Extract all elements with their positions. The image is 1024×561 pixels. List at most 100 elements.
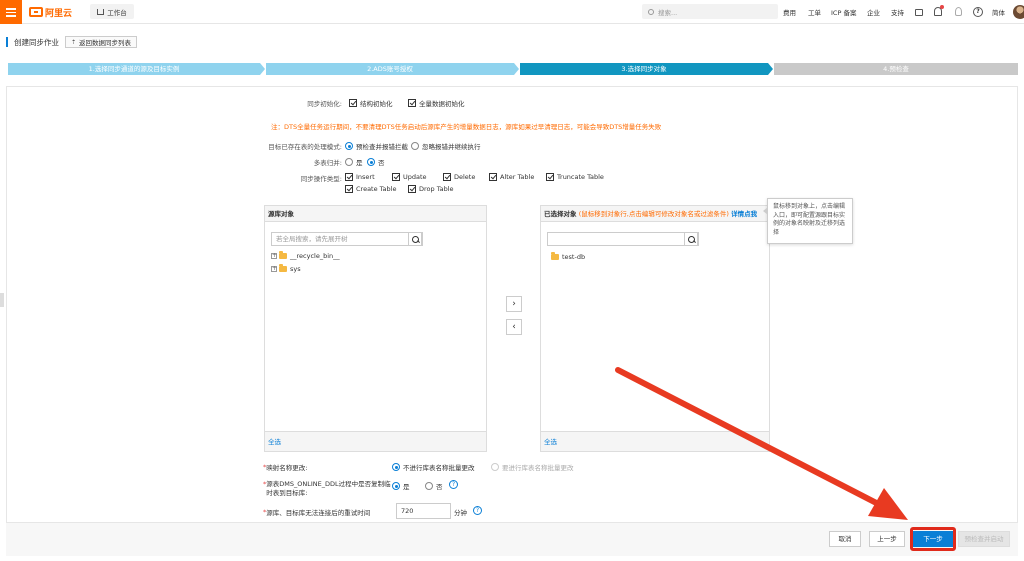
sidebar-toggle[interactable]: [0, 293, 4, 307]
checkbox-alter-table[interactable]: Alter Table: [489, 173, 534, 181]
radio-icon[interactable]: [392, 463, 400, 471]
radio-icon[interactable]: [491, 463, 499, 471]
ddl-yes-label: 是: [403, 483, 410, 491]
tree-item-sys[interactable]: + sys: [271, 264, 301, 273]
search-icon[interactable]: [684, 232, 698, 246]
help-icon[interactable]: ?: [473, 506, 482, 515]
menu-icon[interactable]: [0, 0, 22, 24]
move-left-button[interactable]: ‹: [506, 319, 522, 335]
checkbox-truncate-table[interactable]: Truncate Table: [546, 173, 604, 181]
checkbox-full-data-init[interactable]: 全量数据初始化: [408, 98, 465, 108]
selected-box-header: 已选择对象 (鼠标移到对象行,点击编辑可修改对象名或过滤条件) 详情点我: [541, 206, 769, 222]
checkbox-icon[interactable]: [408, 99, 416, 107]
step-4: 4.预检查: [774, 63, 1018, 75]
search-icon[interactable]: [408, 232, 422, 246]
radio-ddl-no[interactable]: 否: [425, 481, 443, 491]
radio-ddl-yes[interactable]: 是: [392, 481, 410, 491]
selected-item-label: test-db: [562, 253, 586, 261]
selected-item-test-db[interactable]: test-db: [551, 252, 586, 261]
back-arrow-icon: ⇡: [71, 38, 77, 46]
checkbox-icon[interactable]: [349, 99, 357, 107]
checkbox-icon[interactable]: [489, 173, 497, 181]
source-search-placeholder: 若全局搜索，请先展开树: [276, 235, 348, 243]
aliyun-logo[interactable]: 阿里云: [29, 6, 72, 19]
checkbox-icon[interactable]: [345, 173, 353, 181]
edit-tooltip: 鼠标移到对象上，点击编辑入口，即可配置源跟目标实例的对象名映射及迁移列选择: [763, 198, 853, 244]
folder-icon: [551, 252, 559, 260]
page-title: 创建同步作业: [14, 37, 59, 47]
checkbox-icon[interactable]: [392, 173, 400, 181]
expand-icon[interactable]: +: [271, 253, 277, 259]
tree-item-label: __recycle_bin__: [290, 252, 340, 260]
move-right-button[interactable]: ›: [506, 296, 522, 312]
arrow-shaft: [615, 367, 893, 513]
bulb-icon[interactable]: [955, 7, 962, 16]
radio-icon[interactable]: [425, 482, 433, 490]
back-to-list-button[interactable]: ⇡ 返回数据同步列表: [65, 36, 138, 48]
search-icon: [648, 8, 654, 15]
nav-support[interactable]: 支持: [891, 0, 904, 24]
source-objects-box: 源库对象 若全局搜索，请先展开树 + __recycle_bin__ + sys 全…: [264, 205, 487, 452]
radio-batch-rename[interactable]: 要进行库表名称批量更改: [491, 462, 574, 472]
top-navbar: 阿里云 工作台 搜索... 费用 工单 ICP 备案 企业 支持 ? 简体: [0, 0, 1024, 24]
image-icon[interactable]: [915, 0, 923, 24]
radio-ignore-continue[interactable]: 忽略报错并继续执行: [411, 141, 481, 151]
step-3-label: 3.选择同步对象: [621, 65, 667, 73]
mapping-rename-text: 映射名称更改:: [266, 464, 308, 472]
nav-ticket[interactable]: 工单: [808, 0, 821, 24]
radio-merge-yes[interactable]: 是: [345, 157, 363, 167]
precheck-start-button[interactable]: 预检查并启动: [958, 531, 1010, 547]
checkbox-structure-init[interactable]: 结构初始化: [349, 98, 393, 108]
radio-no-rename[interactable]: 不进行库表名称批量更改: [392, 462, 475, 472]
help-icon[interactable]: ?: [449, 480, 458, 489]
details-link[interactable]: 详情点我: [731, 210, 757, 218]
checkbox-delete[interactable]: Delete: [443, 173, 475, 181]
drop-table-label: Drop Table: [419, 185, 454, 193]
avatar[interactable]: [1013, 5, 1024, 19]
checkbox-create-table[interactable]: Create Table: [345, 185, 396, 193]
tree-item-recycle-bin[interactable]: + __recycle_bin__: [271, 251, 340, 260]
language-label[interactable]: 简体: [992, 7, 1005, 17]
nav-ticket-label[interactable]: 工单: [808, 7, 821, 17]
checkbox-update[interactable]: Update: [392, 173, 427, 181]
sync-init-label: 同步初始化:: [307, 100, 342, 108]
radio-icon[interactable]: [411, 142, 419, 150]
op-types-label: 同步操作类型:: [300, 175, 342, 183]
radio-icon[interactable]: [367, 158, 375, 166]
full-data-init-label: 全量数据初始化: [419, 100, 465, 108]
merge-no-label: 否: [378, 159, 385, 167]
update-label: Update: [403, 173, 427, 181]
nav-enterprise-label[interactable]: 企业: [867, 7, 880, 17]
radio-icon[interactable]: [392, 482, 400, 490]
checkbox-drop-table[interactable]: Drop Table: [408, 185, 454, 193]
nav-fee-label[interactable]: 费用: [783, 7, 796, 17]
checkbox-icon[interactable]: [546, 173, 554, 181]
step-1-arrow: [260, 63, 265, 75]
retry-time-input[interactable]: 720: [396, 503, 451, 519]
nav-icp[interactable]: ICP 备案: [831, 0, 856, 24]
radio-merge-no[interactable]: 否: [367, 157, 385, 167]
step-1: 1.选择同步通道的源及目标实例: [8, 63, 260, 75]
checkbox-icon[interactable]: [443, 173, 451, 181]
nav-icp-label[interactable]: ICP 备案: [831, 7, 856, 17]
alter-table-label: Alter Table: [500, 173, 535, 181]
radio-precheck-block[interactable]: 预检查并报错拦截: [345, 141, 408, 151]
language-switch[interactable]: 简体: [992, 0, 1005, 24]
checkbox-insert[interactable]: Insert: [345, 173, 375, 181]
expand-icon[interactable]: +: [271, 266, 277, 272]
checkbox-icon[interactable]: [408, 185, 416, 193]
checkbox-icon[interactable]: [345, 185, 353, 193]
nav-enterprise[interactable]: 企业: [867, 0, 880, 24]
help-icon[interactable]: ?: [973, 7, 983, 17]
source-select-all[interactable]: 全选: [265, 431, 486, 451]
selected-header-title: 已选择对象: [544, 210, 577, 218]
selected-search-input[interactable]: [547, 232, 699, 246]
nav-support-label[interactable]: 支持: [891, 7, 904, 17]
workspace-button[interactable]: 工作台: [90, 4, 134, 19]
global-search-input[interactable]: 搜索...: [642, 4, 778, 19]
nav-fee[interactable]: 费用: [783, 0, 796, 24]
radio-icon[interactable]: [345, 158, 353, 166]
delete-label: Delete: [454, 173, 476, 181]
radio-icon[interactable]: [345, 142, 353, 150]
source-search-input[interactable]: 若全局搜索，请先展开树: [271, 232, 423, 246]
